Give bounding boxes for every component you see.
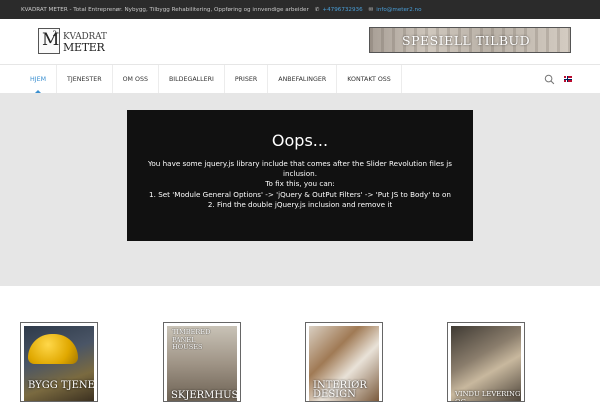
error-title: Oops... — [271, 131, 329, 150]
company-tagline: KVADRAT METER - Total Entreprenør. Nybyg… — [21, 6, 309, 13]
phone-icon: ✆ — [314, 6, 320, 13]
main-navigation: HJEM TJENESTER OM OSS BILDEGALLERI PRISE… — [0, 64, 600, 93]
nav-item-tjenester[interactable]: TJENESTER — [57, 65, 113, 93]
error-message: You have some jquery.js library include … — [147, 159, 453, 209]
service-caption: SKJERMHUS — [171, 390, 237, 401]
email-link[interactable]: ✉ info@meter2.no — [369, 7, 422, 13]
nav-item-bildegalleri[interactable]: BILDEGALLERI — [159, 65, 225, 93]
service-card-interior-design[interactable]: INTERIØR DESIGN — [305, 322, 383, 402]
phone-number[interactable]: +4796732936 — [322, 7, 362, 13]
service-caption: VINDU LEVERING OG INSTALLASJON — [455, 390, 521, 401]
nav-item-om-oss[interactable]: OM OSS — [113, 65, 159, 93]
site-logo[interactable]: M 2 KVADRAT METER — [38, 28, 112, 56]
service-card-skjermhus[interactable]: TIMBERED PANEL HOUSES SKJERMHUS — [163, 322, 241, 402]
service-top-caption: TIMBERED PANEL HOUSES — [172, 328, 211, 351]
norway-flag-icon[interactable] — [564, 76, 572, 82]
special-offer-text: SPESIELL TILBUD — [402, 33, 531, 48]
phone-link[interactable]: ✆ +4796732936 — [315, 7, 363, 13]
nav-item-priser[interactable]: PRISER — [225, 65, 269, 93]
service-card-vindu-levering[interactable]: VINDU LEVERING OG INSTALLASJON — [447, 322, 525, 402]
email-address[interactable]: info@meter2.no — [376, 7, 421, 13]
service-card-bygg-tjenester[interactable]: BYGG TJENESTER — [20, 322, 98, 402]
nav-item-kontakt-oss[interactable]: KONTAKT OSS — [337, 65, 402, 93]
services-section: BYGG TJENESTER TIMBERED PANEL HOUSES SKJ… — [0, 286, 600, 402]
hard-hat-image — [28, 334, 78, 364]
service-caption: BYGG TJENESTER — [28, 380, 94, 391]
top-bar: KVADRAT METER - Total Entreprenør. Nybyg… — [0, 0, 600, 19]
envelope-icon: ✉ — [368, 6, 374, 13]
logo-mark: M 2 — [38, 28, 60, 54]
site-header: M 2 KVADRAT METER SPESIELL TILBUD — [0, 19, 600, 64]
special-offer-banner[interactable]: SPESIELL TILBUD — [369, 27, 571, 53]
search-icon[interactable] — [544, 74, 555, 85]
service-caption: INTERIØR DESIGN — [313, 380, 367, 400]
nav-item-anbefalinger[interactable]: ANBEFALINGER — [268, 65, 338, 93]
nav-item-hjem[interactable]: HJEM — [20, 65, 58, 93]
slider-error-box: Oops... You have some jquery.js library … — [127, 110, 473, 241]
slider-area: Oops... You have some jquery.js library … — [0, 93, 600, 286]
logo-word-meter: METER — [63, 41, 105, 54]
